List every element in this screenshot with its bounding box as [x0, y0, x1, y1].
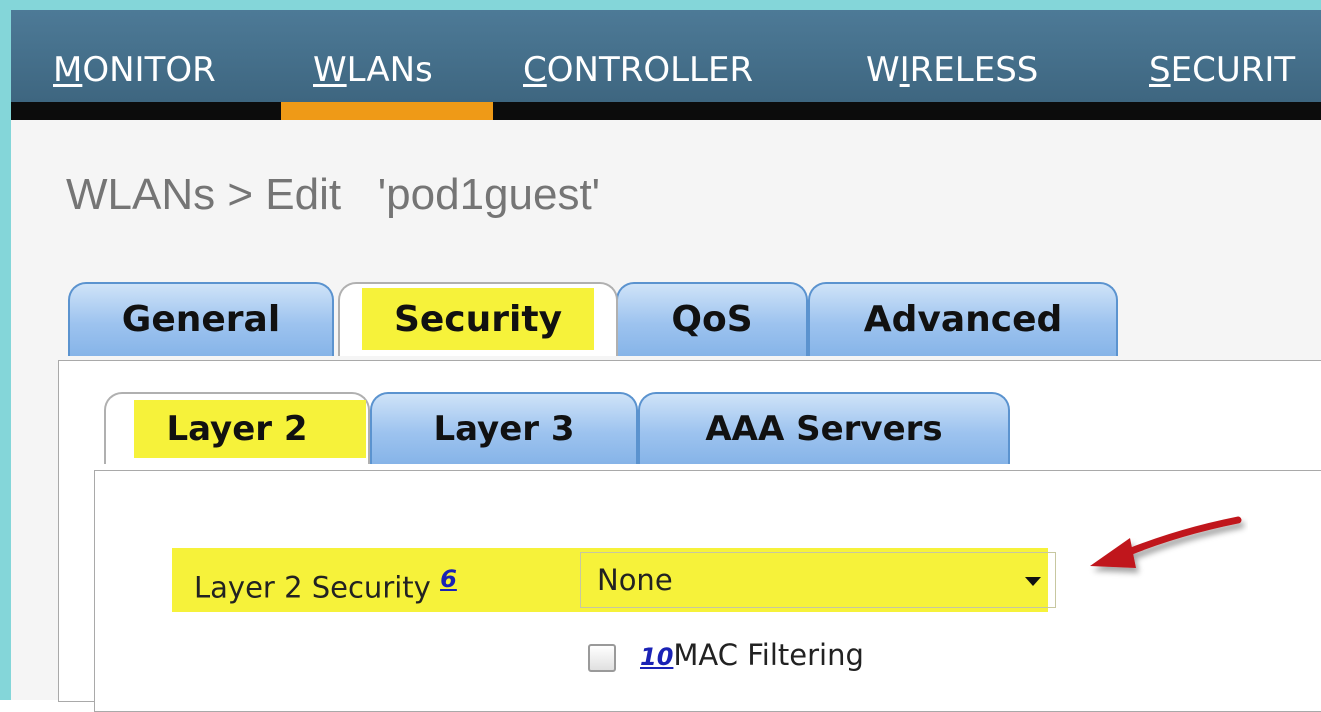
- nav-wireless[interactable]: WIRELESS: [866, 50, 1038, 90]
- footnote-link-6[interactable]: 6: [440, 565, 457, 593]
- layer2-security-label: Layer 2 Security 6: [194, 565, 457, 605]
- red-arrow-icon: [1090, 516, 1242, 568]
- tab-aaa-servers[interactable]: AAA Servers: [638, 392, 1010, 464]
- tab-advanced[interactable]: Advanced: [808, 282, 1118, 356]
- tab-general[interactable]: General: [68, 282, 334, 356]
- mac-filtering-checkbox[interactable]: [588, 644, 616, 672]
- chevron-down-icon: [1025, 577, 1041, 586]
- tab-layer2[interactable]: Layer 2: [104, 392, 370, 464]
- layer2-security-selected-value: None: [597, 563, 673, 597]
- footnote-link-10[interactable]: 10: [640, 643, 673, 671]
- layer2-security-select[interactable]: None: [580, 552, 1056, 608]
- nav-monitor[interactable]: MONITOR: [53, 50, 216, 90]
- tab-qos[interactable]: QoS: [616, 282, 808, 356]
- nav-controller[interactable]: CONTROLLER: [523, 50, 753, 90]
- page-title: WLANs > Edit 'pod1guest': [66, 170, 601, 219]
- tab-layer3[interactable]: Layer 3: [370, 392, 638, 464]
- mac-filtering-label: 10MAC Filtering: [640, 638, 864, 672]
- nav-security[interactable]: SECURIT: [1149, 50, 1295, 90]
- nav-underbar: [11, 102, 1321, 120]
- screenshot-frame: MONITOR WLANs CONTROLLER WIRELESS SECURI…: [0, 0, 1321, 712]
- tab-security[interactable]: Security: [338, 282, 618, 356]
- top-navigation: MONITOR WLANs CONTROLLER WIRELESS SECURI…: [11, 10, 1321, 120]
- nav-wlans[interactable]: WLANs: [313, 50, 433, 90]
- nav-active-indicator: [281, 102, 493, 120]
